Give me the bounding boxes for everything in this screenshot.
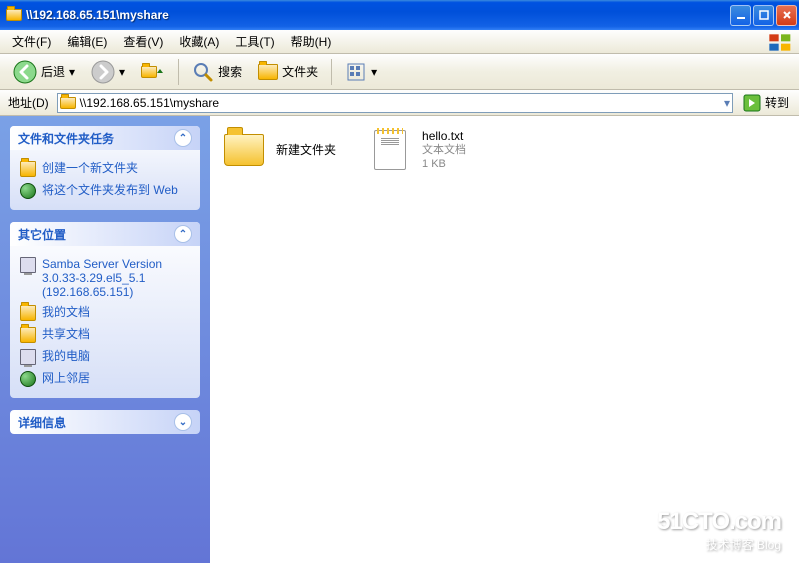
- address-bar: 地址(D) \\192.168.65.151\myshare ▾ 转到: [0, 90, 799, 116]
- back-button[interactable]: 后退 ▾: [6, 56, 82, 88]
- file-item-hello-txt[interactable]: hello.txt 文本文档 1 KB: [366, 126, 466, 174]
- other-places-panel: 其它位置 ⌃ Samba Server Version 3.0.33-3.29.…: [10, 222, 200, 398]
- file-size: 1 KB: [422, 157, 466, 171]
- maximize-button[interactable]: [753, 5, 774, 26]
- folder-icon: [60, 97, 76, 109]
- other-my-computer[interactable]: 我的电脑: [20, 346, 190, 368]
- minimize-button[interactable]: [730, 5, 751, 26]
- window-icon: [6, 9, 22, 21]
- menubar: 文件(F) 编辑(E) 查看(V) 收藏(A) 工具(T) 帮助(H): [0, 30, 799, 54]
- sidebar: 文件和文件夹任务 ⌃ 创建一个新文件夹 将这个文件夹发布到 Web 其它位置 ⌃: [0, 116, 210, 563]
- tasks-panel-header[interactable]: 文件和文件夹任务 ⌃: [10, 126, 200, 150]
- window-controls: [730, 5, 797, 26]
- watermark: 51CTO.com 技术博客 Blog: [657, 508, 781, 553]
- computer-icon: [20, 349, 36, 365]
- chevron-down-icon: ▾: [69, 65, 75, 79]
- address-input[interactable]: \\192.168.65.151\myshare ▾: [57, 93, 733, 113]
- chevron-down-icon: ▾: [119, 65, 125, 79]
- search-label: 搜索: [218, 63, 242, 80]
- search-button[interactable]: 搜索: [185, 57, 249, 87]
- expand-icon[interactable]: ⌄: [174, 413, 192, 431]
- folder-icon: [258, 64, 278, 80]
- menu-edit[interactable]: 编辑(E): [59, 31, 115, 52]
- windows-logo-icon: [767, 32, 795, 52]
- titlebar: \\192.168.65.151\myshare: [0, 0, 799, 30]
- address-label: 地址(D): [4, 94, 53, 111]
- toolbar: 后退 ▾ ▾ 搜索 文件夹 ▾: [0, 54, 799, 90]
- go-button[interactable]: 转到: [737, 94, 795, 112]
- menu-favorites[interactable]: 收藏(A): [171, 31, 227, 52]
- details-panel-header[interactable]: 详细信息 ⌄: [10, 410, 200, 434]
- toolbar-separator: [178, 59, 179, 85]
- shared-folder-icon: [20, 327, 36, 343]
- other-my-documents[interactable]: 我的文档: [20, 302, 190, 324]
- other-shared-documents[interactable]: 共享文档: [20, 324, 190, 346]
- watermark-brand: 51CTO.com: [657, 508, 781, 536]
- watermark-sub: 技术博客 Blog: [657, 536, 781, 553]
- dropdown-icon[interactable]: ▾: [724, 96, 730, 110]
- globe-icon: [20, 183, 36, 199]
- folder-icon: [20, 161, 36, 177]
- file-type: 文本文档: [422, 143, 466, 157]
- folder-icon: [224, 134, 264, 166]
- folders-label: 文件夹: [282, 63, 318, 80]
- collapse-icon[interactable]: ⌃: [174, 225, 192, 243]
- file-name: 新建文件夹: [276, 143, 336, 157]
- up-button[interactable]: [134, 62, 172, 82]
- task-new-folder[interactable]: 创建一个新文件夹: [20, 158, 190, 180]
- documents-icon: [20, 305, 36, 321]
- menu-tools[interactable]: 工具(T): [227, 31, 282, 52]
- other-places-header[interactable]: 其它位置 ⌃: [10, 222, 200, 246]
- computer-icon: [20, 257, 36, 273]
- close-button[interactable]: [776, 5, 797, 26]
- other-samba-server[interactable]: Samba Server Version 3.0.33-3.29.el5_5.1…: [20, 254, 190, 302]
- views-icon: [345, 61, 367, 83]
- file-item-folder[interactable]: 新建文件夹: [220, 126, 336, 174]
- folder-up-icon: [141, 66, 157, 78]
- back-label: 后退: [41, 63, 65, 80]
- file-name: hello.txt: [422, 129, 466, 143]
- forward-button[interactable]: ▾: [84, 56, 132, 88]
- go-label: 转到: [765, 94, 789, 111]
- menu-file[interactable]: 文件(F): [4, 31, 59, 52]
- address-path: \\192.168.65.151\myshare: [80, 96, 720, 110]
- menu-view[interactable]: 查看(V): [115, 31, 171, 52]
- content-area: 文件和文件夹任务 ⌃ 创建一个新文件夹 将这个文件夹发布到 Web 其它位置 ⌃: [0, 116, 799, 563]
- file-list[interactable]: 新建文件夹 hello.txt 文本文档 1 KB: [210, 116, 799, 563]
- search-icon: [192, 61, 214, 83]
- other-places-title: 其它位置: [18, 226, 174, 243]
- text-file-icon: [374, 130, 406, 170]
- details-panel: 详细信息 ⌄: [10, 410, 200, 434]
- toolbar-separator: [331, 59, 332, 85]
- task-publish-web[interactable]: 将这个文件夹发布到 Web: [20, 180, 190, 202]
- tasks-panel: 文件和文件夹任务 ⌃ 创建一个新文件夹 将这个文件夹发布到 Web: [10, 126, 200, 210]
- window-title: \\192.168.65.151\myshare: [26, 8, 169, 22]
- folders-button[interactable]: 文件夹: [251, 59, 325, 84]
- other-network-places[interactable]: 网上邻居: [20, 368, 190, 390]
- collapse-icon[interactable]: ⌃: [174, 129, 192, 147]
- network-icon: [20, 371, 36, 387]
- chevron-down-icon: ▾: [371, 65, 377, 79]
- details-panel-title: 详细信息: [18, 414, 174, 431]
- menu-help[interactable]: 帮助(H): [283, 31, 340, 52]
- views-button[interactable]: ▾: [338, 57, 384, 87]
- tasks-panel-title: 文件和文件夹任务: [18, 130, 174, 147]
